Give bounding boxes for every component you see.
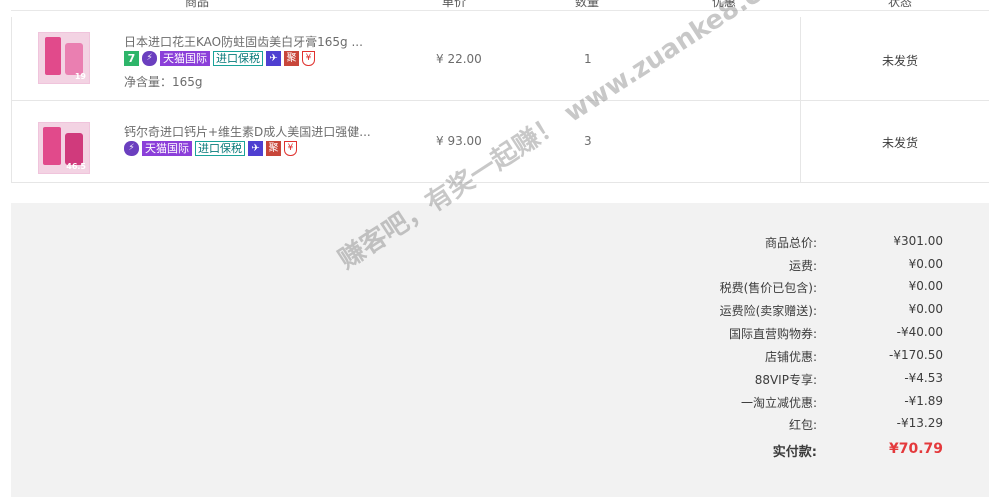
product-thumbnail[interactable]: 46.5 xyxy=(38,122,90,174)
yen-shield-icon: ¥ xyxy=(302,51,315,66)
shield-icon: ⚡ xyxy=(124,141,139,156)
product-title[interactable]: 钙尔奇进口钙片+维生素D成人美国进口强健... xyxy=(124,123,371,140)
shield-icon: ⚡ xyxy=(142,51,157,66)
summary-row: 商品总价: ¥301.00 xyxy=(764,234,943,250)
unit-price: ¥ 93.00 xyxy=(436,134,482,148)
tmall-global-tag: 天猫国际 xyxy=(142,141,192,156)
price-summary: 商品总价: ¥301.00 运费: ¥0.00 税费(售价已包含): ¥0.00 运费… xyxy=(11,203,989,497)
total-paid-label: 实付款: xyxy=(772,445,817,460)
product-spec: 净含量：165g xyxy=(124,75,203,89)
seven-day-return-icon: 7 xyxy=(124,51,139,66)
summary-row: 运费: ¥0.00 xyxy=(788,257,943,273)
yen-shield-icon: ¥ xyxy=(284,141,297,156)
product-tags: ⚡ 天猫国际 进口保税 ✈ 聚 ¥ xyxy=(124,141,300,157)
quantity: 3 xyxy=(584,134,592,148)
unit-price: ¥ 22.00 xyxy=(436,52,482,66)
shipping-status: 未发货 xyxy=(882,136,919,150)
shipping-status: 未发货 xyxy=(882,54,919,68)
plane-icon: ✈ xyxy=(248,141,263,156)
plane-icon: ✈ xyxy=(266,51,281,66)
total-paid-value: ¥70.79 xyxy=(888,441,943,457)
product-title[interactable]: 日本进口花王KAO防蛀固齿美白牙膏165g ... xyxy=(124,33,363,50)
product-thumbnail[interactable]: 19 xyxy=(38,32,90,84)
summary-row: 88VIP专享: -¥4.53 xyxy=(754,371,943,387)
col-price: 单价 xyxy=(442,0,467,9)
summary-row: 店铺优惠: -¥170.50 xyxy=(764,348,943,364)
product-tags: 7 ⚡ 天猫国际 进口保税 ✈ 聚 ¥ xyxy=(124,51,318,67)
order-item-row: 19 日本进口花王KAO防蛀固齿美白牙膏165g ... 7 ⚡ 天猫国际 进口保税 ✈… xyxy=(12,17,989,101)
col-status: 状态 xyxy=(888,0,913,9)
bonded-import-tag: 进口保税 xyxy=(213,51,263,66)
col-product: 商品 xyxy=(185,0,210,9)
summary-row: 运费险(卖家赠送): ¥0.00 xyxy=(719,302,943,318)
summary-row: 一淘立减优惠: -¥1.89 xyxy=(740,394,943,410)
tmall-global-tag: 天猫国际 xyxy=(160,51,210,66)
table-header: 商品 单价 数量 优惠 状态 xyxy=(11,0,989,11)
ju-tag: 聚 xyxy=(284,51,299,66)
quantity: 1 xyxy=(584,52,592,66)
summary-row: 税费(售价已包含): ¥0.00 xyxy=(719,279,943,295)
total-paid-row: 实付款: ¥70.79 xyxy=(11,441,989,461)
ju-tag: 聚 xyxy=(266,141,281,156)
bonded-import-tag: 进口保税 xyxy=(195,141,245,156)
summary-row: 国际直营购物券: -¥40.00 xyxy=(728,325,943,341)
summary-row: 红包: -¥13.29 xyxy=(788,416,943,432)
col-qty: 数量 xyxy=(575,0,600,9)
